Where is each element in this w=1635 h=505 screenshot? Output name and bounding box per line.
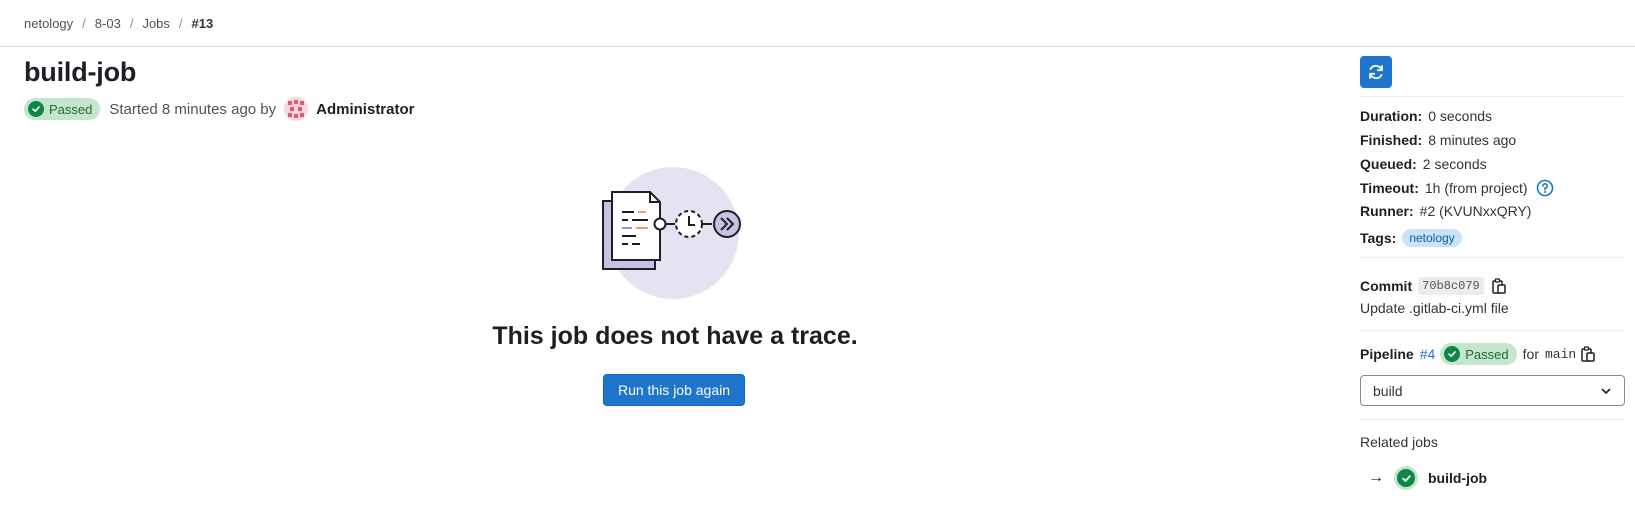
related-jobs-title: Related jobs (1360, 434, 1438, 450)
breadcrumb-project[interactable]: 8-03 (95, 16, 121, 31)
job-title: build-job (24, 57, 137, 87)
pipeline-label: Pipeline (1360, 346, 1414, 362)
timeout-label: Timeout: (1360, 180, 1419, 196)
pipeline-status-badge[interactable]: Passed (1440, 343, 1517, 365)
arrow-right-icon: → (1368, 469, 1384, 486)
copy-icon[interactable] (1581, 346, 1595, 362)
job-status-line: Passed Started 8 minutes ago by Administ… (24, 97, 414, 121)
retry-button[interactable] (1360, 56, 1392, 88)
empty-trace-illustration (598, 166, 748, 300)
finished-row: Finished: 8 minutes ago (1360, 132, 1516, 148)
empty-state-title: This job does not have a trace. (492, 322, 858, 350)
status-badge-label: Passed (49, 101, 93, 117)
started-text: Started 8 minutes ago by (109, 100, 277, 118)
stage-select[interactable]: build (1360, 375, 1625, 406)
queued-label: Queued: (1360, 156, 1417, 172)
avatar[interactable] (284, 97, 309, 121)
breadcrumb-separator: / (82, 16, 86, 31)
duration-label: Duration: (1360, 108, 1423, 124)
timeout-row: Timeout: 1h (from project) (1360, 179, 1554, 197)
related-job-item[interactable]: → build-job (1368, 466, 1487, 490)
pipeline-status-label: Passed (1465, 346, 1509, 362)
stage-select-value: build (1373, 382, 1403, 399)
breadcrumb-separator: / (129, 16, 134, 31)
run-job-again-button[interactable]: Run this job again (603, 374, 745, 406)
breadcrumb-netology[interactable]: netology (24, 16, 73, 31)
tags-row: Tags: netology (1360, 229, 1462, 247)
author-link[interactable]: Administrator (316, 101, 414, 118)
divider (1360, 257, 1625, 258)
check-circle-icon (28, 101, 44, 117)
duration-value: 0 seconds (1428, 108, 1493, 124)
chevron-down-icon (1601, 388, 1611, 394)
commit-message-row: Update .gitlab-ci.yml file (1360, 300, 1509, 316)
queued-value: 2 seconds (1422, 156, 1487, 172)
pipeline-row: Pipeline #4 Passed for main (1360, 343, 1595, 365)
finished-value: 8 minutes ago (1428, 132, 1517, 148)
pipeline-link[interactable]: #4 (1420, 346, 1436, 362)
tag-badge: netology (1402, 229, 1462, 247)
question-circle-icon[interactable] (1536, 179, 1554, 197)
pipeline-for-text: for (1522, 346, 1539, 362)
related-job-name: build-job (1428, 470, 1488, 486)
commit-row: Commit 70b8c079 (1360, 277, 1506, 295)
check-circle-icon (1444, 346, 1461, 362)
breadcrumb: netology / 8-03 / Jobs / #13 (24, 16, 213, 31)
retry-icon (1369, 64, 1383, 80)
commit-sha[interactable]: 70b8c079 (1418, 277, 1484, 295)
timeout-value: 1h (from project) (1424, 180, 1528, 196)
commit-label: Commit (1360, 278, 1413, 294)
status-badge[interactable]: Passed (24, 98, 101, 120)
runner-link[interactable]: #2 (KVUNxxQRY) (1420, 203, 1532, 219)
breadcrumb-jobs[interactable]: Jobs (142, 16, 169, 31)
divider (1360, 419, 1625, 420)
runner-row: Runner: #2 (KVUNxxQRY) (1360, 203, 1531, 219)
queued-row: Queued: 2 seconds (1360, 156, 1487, 172)
divider (1360, 96, 1625, 97)
divider (1360, 330, 1625, 331)
check-circle-icon (1394, 466, 1418, 490)
job-sidebar: Duration: 0 seconds Finished: 8 minutes … (1360, 0, 1625, 505)
finished-label: Finished: (1360, 132, 1423, 148)
breadcrumb-current[interactable]: #13 (192, 16, 214, 31)
duration-row: Duration: 0 seconds (1360, 108, 1492, 124)
commit-message: Update .gitlab-ci.yml file (1360, 300, 1509, 316)
runner-label: Runner: (1360, 203, 1414, 219)
tags-label: Tags: (1360, 230, 1397, 246)
pipeline-ref[interactable]: main (1545, 347, 1576, 362)
breadcrumb-separator: / (178, 16, 183, 31)
copy-icon[interactable] (1491, 278, 1506, 294)
